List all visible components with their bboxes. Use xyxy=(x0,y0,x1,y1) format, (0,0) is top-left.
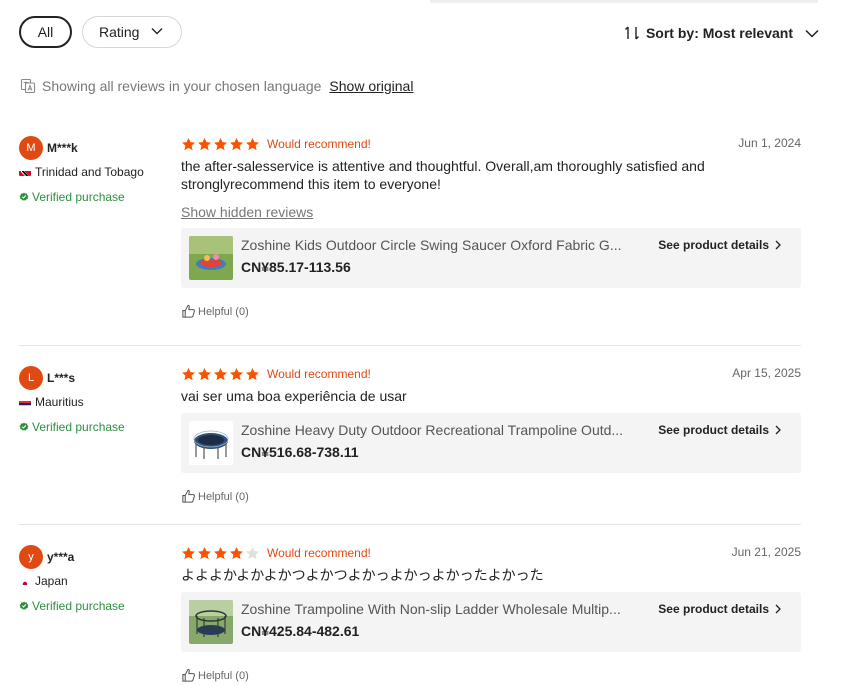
verified-purchase-label: Verified purchase xyxy=(32,190,125,204)
chevron-right-icon xyxy=(775,425,781,435)
review-divider xyxy=(19,345,801,346)
avatar: y xyxy=(19,545,43,569)
verified-icon xyxy=(19,422,29,431)
sort-label: Sort by: Most relevant xyxy=(645,25,793,41)
recommend-label: Would recommend! xyxy=(267,367,371,381)
review-date: Apr 15, 2025 xyxy=(732,366,801,380)
review-content: Would recommend! Apr 15, 2025 vai ser um… xyxy=(181,366,801,504)
review-date: Jun 1, 2024 xyxy=(738,136,801,150)
language-notice-text: Showing all reviews in your chosen langu… xyxy=(42,78,322,94)
product-price: CN¥425.84-482.61 xyxy=(241,623,360,639)
product-thumbnail xyxy=(189,236,233,280)
author-country: Mauritius xyxy=(35,395,84,409)
rating-chip-label: Rating xyxy=(99,24,140,40)
translate-icon xyxy=(20,78,36,94)
verified-icon xyxy=(19,192,29,201)
thumbs-up-icon xyxy=(182,489,195,503)
see-product-details-link[interactable]: See product details xyxy=(658,602,781,616)
star-icon xyxy=(214,367,227,380)
author-country: Japan xyxy=(35,574,68,588)
review-date: Jun 21, 2025 xyxy=(731,545,801,559)
filter-all-chip[interactable]: All xyxy=(19,16,72,48)
chevron-down-icon xyxy=(805,29,819,38)
chevron-right-icon xyxy=(775,240,781,250)
thumbs-up-icon xyxy=(182,668,195,682)
review-divider xyxy=(19,524,801,525)
sort-icon xyxy=(624,26,639,40)
star-icon xyxy=(198,367,211,380)
see-product-details-label: See product details xyxy=(658,423,769,437)
verified-icon xyxy=(19,601,29,610)
verified-purchase-label: Verified purchase xyxy=(32,599,125,613)
recommend-label: Would recommend! xyxy=(267,546,371,560)
product-card[interactable]: Zoshine Heavy Duty Outdoor Recreational … xyxy=(181,413,801,473)
star-icon xyxy=(230,137,243,150)
author-name: M***k xyxy=(47,141,78,155)
author-name: y***a xyxy=(47,550,75,564)
product-title: Zoshine Heavy Duty Outdoor Recreational … xyxy=(241,422,624,438)
verified-purchase-label: Verified purchase xyxy=(32,420,125,434)
flag-mauritius-icon xyxy=(19,398,31,406)
star-icon xyxy=(182,546,195,559)
helpful-label: Helpful (0) xyxy=(198,490,249,503)
star-rating xyxy=(181,367,260,382)
star-icon xyxy=(246,367,259,380)
star-icon xyxy=(214,546,227,559)
flag-trinidad-icon xyxy=(19,168,31,176)
star-icon xyxy=(214,137,227,150)
show-hidden-reviews-link[interactable]: Show hidden reviews xyxy=(181,204,313,220)
author-country: Trinidad and Tobago xyxy=(35,165,144,179)
review-author: M M***k Trinidad and Tobago Verified pur… xyxy=(19,136,169,204)
review-text: vai ser uma boa experiência de usar xyxy=(181,388,407,404)
top-strip xyxy=(430,0,818,3)
star-rating xyxy=(181,546,260,561)
star-icon xyxy=(246,137,259,150)
helpful-label: Helpful (0) xyxy=(198,669,249,682)
star-icon xyxy=(230,367,243,380)
product-title: Zoshine Trampoline With Non-slip Ladder … xyxy=(241,601,621,617)
product-card[interactable]: Zoshine Trampoline With Non-slip Ladder … xyxy=(181,592,801,652)
review-content: Would recommend! Jun 21, 2025 よよよかよかよかつよ… xyxy=(181,545,801,683)
star-icon xyxy=(182,367,195,380)
review-author: L L***s Mauritius Verified purchase xyxy=(19,366,169,434)
star-rating xyxy=(181,137,260,152)
product-price: CN¥85.17-113.56 xyxy=(241,259,351,275)
see-product-details-label: See product details xyxy=(658,602,769,616)
avatar: M xyxy=(19,136,43,160)
review-text: よよよかよかよかつよかつよかっよかっよかったよかった xyxy=(181,567,544,583)
product-title: Zoshine Kids Outdoor Circle Swing Saucer… xyxy=(241,237,622,253)
helpful-button[interactable]: Helpful (0) xyxy=(181,668,801,683)
helpful-label: Helpful (0) xyxy=(198,305,249,318)
filter-bar: All Rating Sort by: Most relevant xyxy=(19,16,819,50)
star-icon xyxy=(182,137,195,150)
filter-rating-chip[interactable]: Rating xyxy=(82,16,182,48)
product-price: CN¥516.68-738.11 xyxy=(241,444,359,460)
flag-japan-icon xyxy=(19,577,31,585)
star-icon xyxy=(230,546,243,559)
show-original-link[interactable]: Show original xyxy=(329,78,413,94)
see-product-details-link[interactable]: See product details xyxy=(658,238,781,252)
product-thumbnail xyxy=(189,421,233,465)
helpful-button[interactable]: Helpful (0) xyxy=(181,489,801,504)
star-icon xyxy=(198,137,211,150)
avatar: L xyxy=(19,366,43,390)
review-author: y y***a Japan Verified purchase xyxy=(19,545,169,613)
helpful-button[interactable]: Helpful (0) xyxy=(181,304,801,319)
product-card[interactable]: Zoshine Kids Outdoor Circle Swing Saucer… xyxy=(181,228,801,288)
review-content: Would recommend! Jun 1, 2024 the after-s… xyxy=(181,136,801,319)
language-notice: Showing all reviews in your chosen langu… xyxy=(20,77,413,95)
author-name: L***s xyxy=(47,371,76,385)
chevron-down-icon xyxy=(151,28,163,35)
review-text: the after-salesservice is attentive and … xyxy=(181,158,705,192)
star-icon xyxy=(198,546,211,559)
thumbs-up-icon xyxy=(182,304,195,318)
star-empty-icon xyxy=(246,546,259,559)
product-thumbnail xyxy=(189,600,233,644)
sort-dropdown[interactable]: Sort by: Most relevant xyxy=(624,22,819,44)
chevron-right-icon xyxy=(775,604,781,614)
see-product-details-link[interactable]: See product details xyxy=(658,423,781,437)
recommend-label: Would recommend! xyxy=(267,137,371,151)
see-product-details-label: See product details xyxy=(658,238,769,252)
